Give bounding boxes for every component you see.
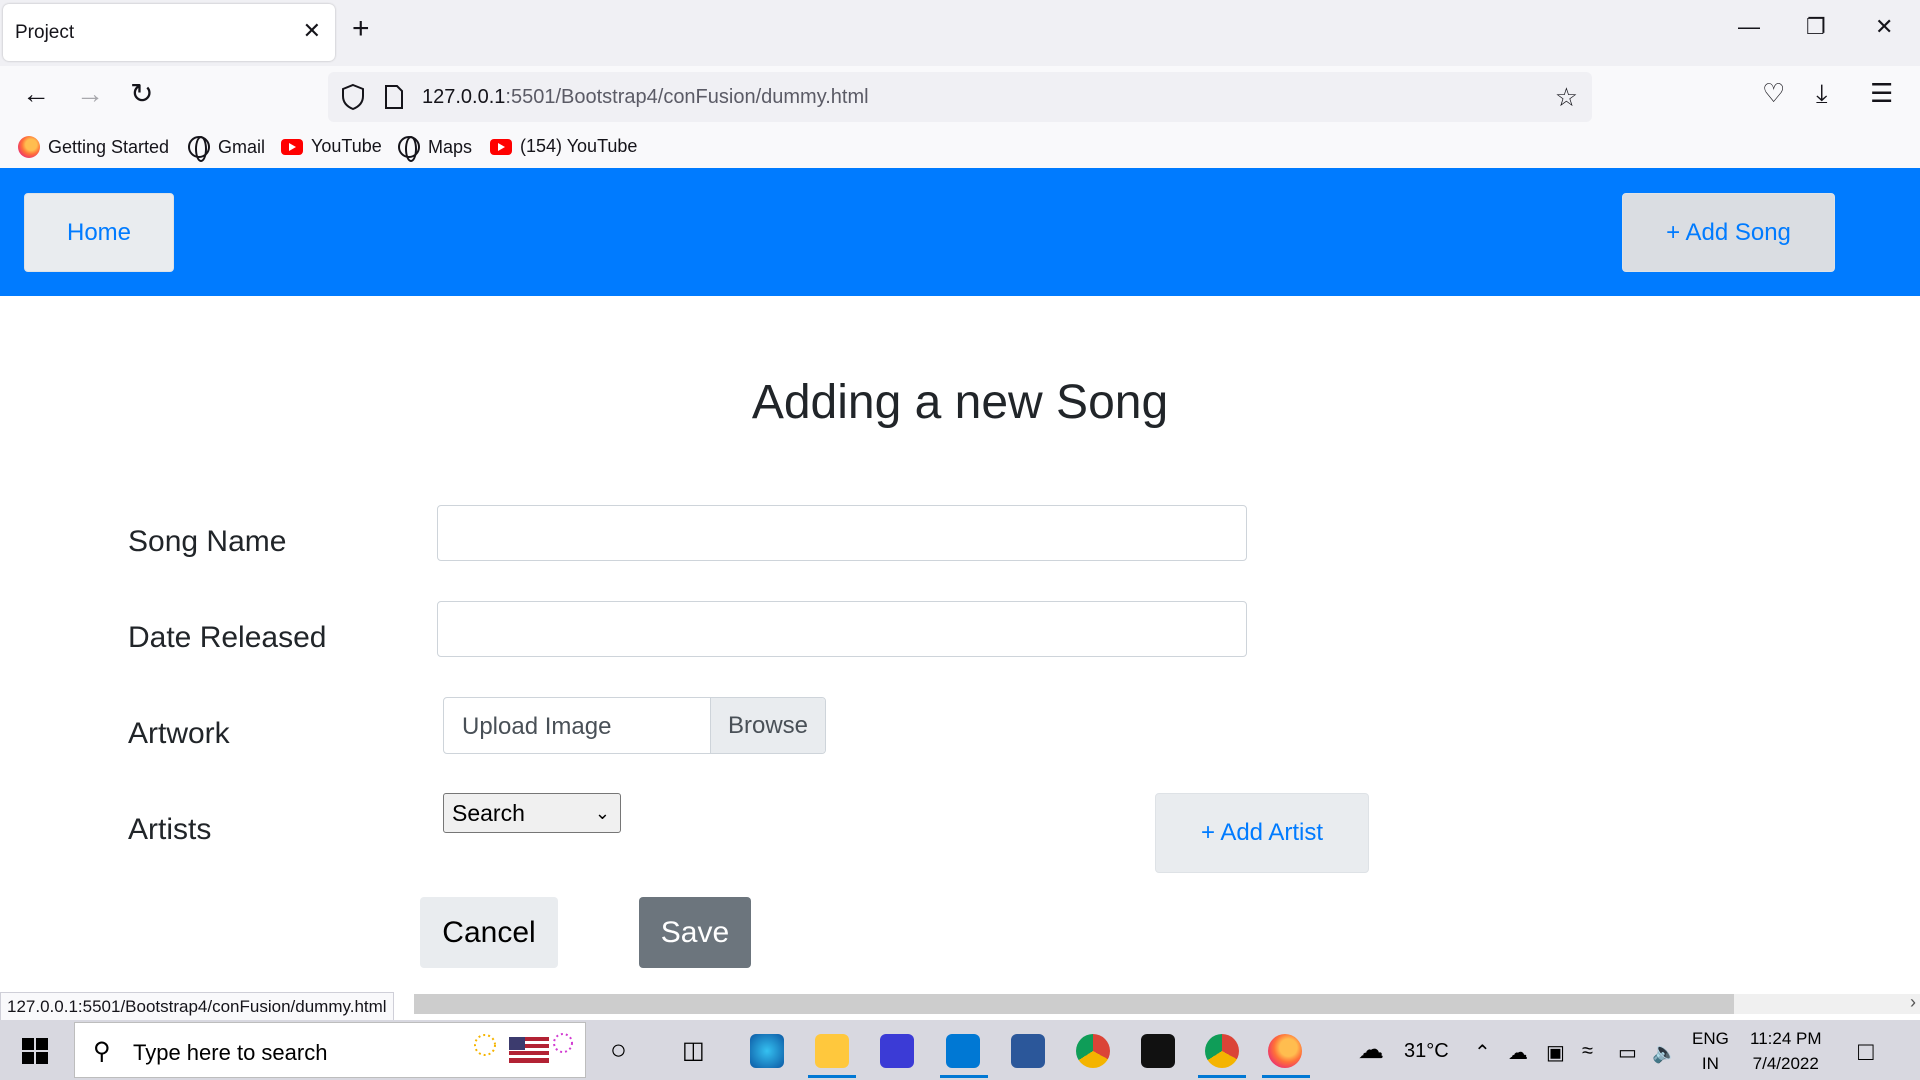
add-artist-button[interactable]: + Add Artist [1155,793,1369,873]
bookmark-getting-started[interactable]: Getting Started [18,136,169,158]
youtube-icon [490,138,512,155]
weather-icon[interactable]: ☁ [1358,1034,1384,1065]
bookmark-star-icon[interactable]: ☆ [1555,82,1578,113]
temperature[interactable]: 31°C [1404,1040,1449,1063]
browser-tab-bar: Project ✕ + — ❐ ✕ [0,0,1920,66]
chrome-icon[interactable] [1076,1034,1110,1068]
scrollbar-thumb[interactable] [414,994,1734,1014]
shield-icon[interactable] [340,83,366,111]
wifi-icon[interactable]: ≈ [1582,1040,1593,1063]
chevron-down-icon: ⌄ [594,803,610,823]
bookmark-youtube[interactable]: YouTube [281,136,382,157]
song-name-input[interactable] [437,505,1247,561]
artwork-file-input[interactable]: Upload Image Browse [443,697,826,754]
scroll-right-icon[interactable]: › [1910,992,1916,1013]
onedrive-icon[interactable]: ☁ [1508,1040,1528,1065]
download-icon[interactable]: ⤓ [1816,80,1828,106]
chrome-icon[interactable] [1205,1034,1239,1068]
url-text[interactable]: 127.0.0.1:5501/Bootstrap4/conFusion/dumm… [422,86,869,109]
restore-icon[interactable]: ❐ [1806,14,1826,40]
horizontal-scrollbar[interactable]: › [414,992,1920,1014]
minimize-icon[interactable]: — [1738,14,1760,40]
bookmarks-bar: Getting Started Gmail YouTube Maps (154)… [0,128,1920,168]
taskbar-search[interactable]: ⚲ Type here to search [74,1022,586,1078]
reload-icon[interactable]: ↻ [130,80,153,108]
file-explorer-icon[interactable] [815,1034,849,1068]
cortana-icon[interactable]: ○ [610,1034,627,1066]
close-tab-icon[interactable]: ✕ [303,18,321,44]
menu-icon[interactable]: ☰ [1870,80,1893,106]
firefox-icon [18,136,40,158]
firefox-icon[interactable] [1268,1034,1302,1068]
globe-icon [188,136,210,162]
upload-image-label: Upload Image [462,713,612,740]
tab-title: Project [15,22,75,43]
window-close-icon[interactable]: ✕ [1875,14,1893,40]
bookmark-gmail[interactable]: Gmail [188,136,265,162]
search-placeholder: Type here to search [133,1040,328,1065]
browser-toolbar: ← → ↻ 127.0.0.1:5501/Bootstrap4/conFusio… [0,66,1920,128]
back-icon[interactable]: ← [22,80,50,108]
bookmark-youtube-154[interactable]: (154) YouTube [490,136,637,157]
forward-icon[interactable]: → [76,80,104,108]
edge-icon[interactable] [750,1034,784,1068]
fireworks-flag-icon [474,1033,573,1063]
page-title: Adding a new Song [751,376,1169,429]
save-button[interactable]: Save [639,897,751,968]
pocket-icon[interactable]: ♡ [1762,80,1785,106]
active-indicator [1198,1075,1246,1078]
song-name-label: Song Name [128,525,287,558]
browse-button[interactable]: Browse [710,698,825,753]
cancel-button[interactable]: Cancel [420,897,558,968]
add-song-button[interactable]: + Add Song [1622,193,1835,272]
date-released-input[interactable] [437,601,1247,657]
artwork-label: Artwork [128,717,230,750]
language-indicator[interactable]: ENG IN [1692,1026,1729,1076]
search-icon: ⚲ [93,1038,111,1065]
vscode-icon[interactable] [946,1034,980,1068]
browser-tab[interactable]: Project ✕ [3,4,335,61]
task-view-icon[interactable]: ◫ [682,1036,705,1065]
active-indicator [940,1075,988,1078]
page-icon[interactable] [384,85,404,109]
chevron-up-icon[interactable]: ⌃ [1474,1040,1491,1065]
app-icon[interactable] [880,1034,914,1068]
active-indicator [808,1075,856,1078]
address-bar[interactable]: 127.0.0.1:5501/Bootstrap4/conFusion/dumm… [328,72,1592,122]
clock[interactable]: 11:24 PM 7/4/2022 [1750,1026,1822,1076]
artists-select-value: Search [452,799,525,826]
home-button[interactable]: Home [24,193,174,272]
artists-label: Artists [128,813,212,846]
youtube-icon [281,138,303,155]
terminal-icon[interactable] [1141,1034,1175,1068]
meet-icon[interactable]: ▣ [1546,1040,1565,1065]
globe-icon [398,136,420,162]
app-navbar: Home + Add Song [0,168,1920,296]
active-indicator [1262,1075,1310,1078]
bookmark-maps[interactable]: Maps [398,136,472,162]
date-released-label: Date Released [128,621,327,654]
artists-select[interactable]: Search ⌄ [443,793,621,833]
new-tab-icon[interactable]: + [352,14,370,44]
notifications-icon[interactable]: □ [1858,1036,1874,1067]
volume-icon[interactable]: 🔈 [1652,1040,1677,1065]
word-icon[interactable] [1011,1034,1045,1068]
windows-start-icon[interactable] [22,1038,48,1064]
battery-icon[interactable]: ▭ [1618,1040,1637,1065]
taskbar: ⚲ Type here to search ○ ◫ ☁ 31°C ⌃ ☁ ▣ ≈… [0,1020,1920,1080]
status-url: 127.0.0.1:5501/Bootstrap4/conFusion/dumm… [0,992,394,1022]
